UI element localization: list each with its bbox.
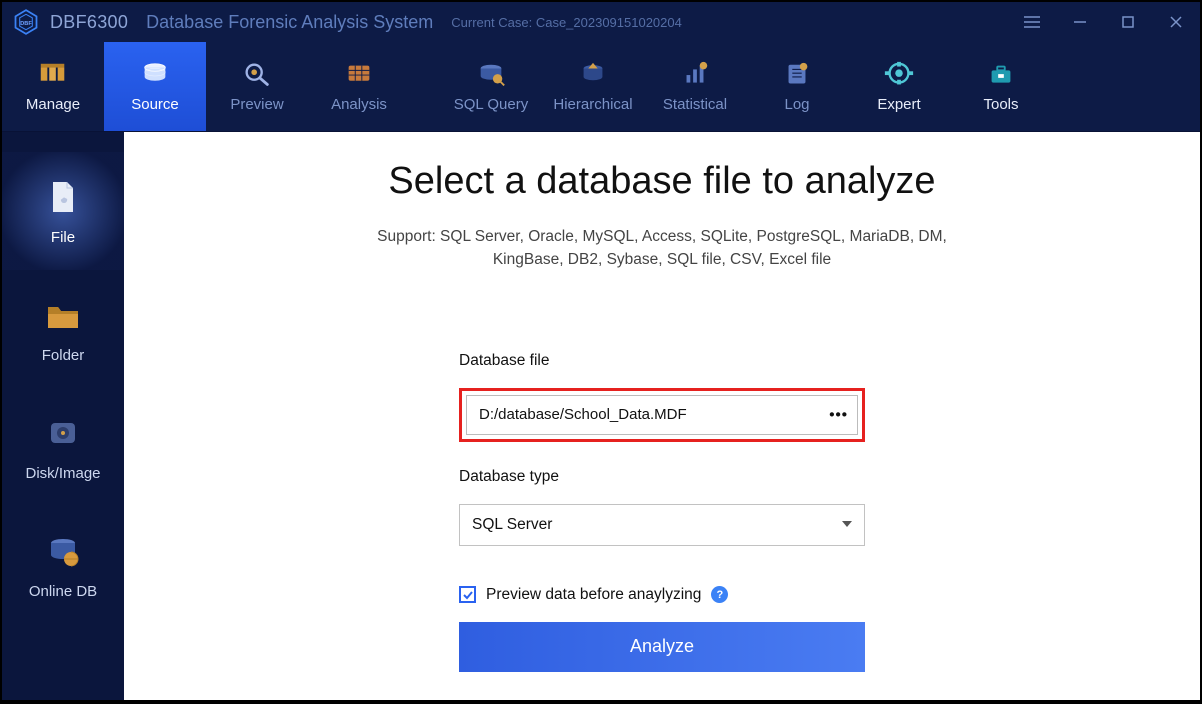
case-id: Case_202309151020204 [536, 15, 682, 30]
database-type-select[interactable]: SQL Server [459, 504, 865, 546]
toolbar-tools[interactable]: Tools [950, 42, 1052, 131]
toolbar-label: Preview [230, 96, 283, 113]
sql-icon [475, 60, 507, 86]
checkbox-icon [459, 586, 476, 603]
toolbar-label: Analysis [331, 96, 387, 113]
tools-icon [985, 60, 1017, 86]
toolbar-label: Hierarchical [553, 96, 632, 113]
toolbar-statistical[interactable]: Statistical [644, 42, 746, 131]
log-icon [781, 60, 813, 86]
sidebar-item-diskimage[interactable]: Disk/Image [2, 388, 124, 506]
chevron-down-icon [841, 516, 853, 534]
minimize-button[interactable] [1056, 2, 1104, 42]
toolbar-analysis[interactable]: Analysis [308, 42, 410, 131]
app-title: DBF6300 [50, 12, 128, 33]
toolbar-label: Manage [26, 96, 80, 113]
case-prefix: Current Case: [451, 15, 532, 30]
toolbar-manage[interactable]: Manage [2, 42, 104, 131]
sidebar-label: File [51, 229, 75, 246]
toolbar-sqlquery[interactable]: SQL Query [440, 42, 542, 131]
analyze-button[interactable]: Analyze [459, 622, 865, 672]
sidebar-item-folder[interactable]: Folder [2, 270, 124, 388]
toolbar-label: Source [131, 96, 179, 113]
app-window: DBF DBF6300 Database Forensic Analysis S… [2, 2, 1200, 700]
main-toolbar: Manage Source Preview Analysis SQL Query… [2, 42, 1200, 132]
toolbar-preview[interactable]: Preview [206, 42, 308, 131]
toolbar-expert[interactable]: Expert [848, 42, 950, 131]
maximize-button[interactable] [1104, 2, 1152, 42]
database-file-input[interactable] [466, 395, 858, 435]
file-input-highlight: ••• [459, 388, 865, 442]
app-logo-icon: DBF [12, 8, 40, 36]
toolbar-log[interactable]: Log [746, 42, 848, 131]
preview-label: Preview data before anaylyzing [486, 586, 701, 604]
help-icon[interactable]: ? [711, 586, 728, 603]
sidebar-label: Disk/Image [25, 465, 100, 482]
browse-button[interactable]: ••• [829, 406, 848, 423]
file-icon [43, 177, 83, 217]
svg-text:DBF: DBF [20, 21, 32, 27]
support-text: Support: SQL Server, Oracle, MySQL, Acce… [342, 225, 982, 272]
analysis-icon [343, 60, 375, 86]
statistical-icon [679, 60, 711, 86]
disk-icon [43, 413, 83, 453]
page-heading: Select a database file to analyze [388, 160, 935, 203]
toolbar-label: Log [784, 96, 809, 113]
form: Database file ••• Database type SQL Serv… [459, 352, 865, 672]
close-button[interactable] [1152, 2, 1200, 42]
onlinedb-icon [43, 531, 83, 571]
toolbar-hierarchical[interactable]: Hierarchical [542, 42, 644, 131]
preview-icon [241, 60, 273, 86]
toolbar-label: SQL Query [454, 96, 528, 113]
hierarchical-icon [577, 60, 609, 86]
toolbar-label: Tools [983, 96, 1018, 113]
source-icon [139, 60, 171, 86]
manage-icon [37, 60, 69, 86]
sidebar-item-onlinedb[interactable]: Online DB [2, 506, 124, 624]
sidebar: File Folder Disk/Image Online DB [2, 132, 124, 700]
toolbar-source[interactable]: Source [104, 42, 206, 131]
sidebar-item-file[interactable]: File [2, 152, 124, 270]
file-label: Database file [459, 352, 865, 370]
app-subtitle: Database Forensic Analysis System [146, 12, 433, 33]
toolbar-label: Statistical [663, 96, 727, 113]
current-case-label: Current Case: Case_202309151020204 [451, 15, 682, 30]
menu-icon[interactable] [1008, 2, 1056, 42]
sidebar-label: Folder [42, 347, 85, 364]
type-label: Database type [459, 468, 865, 486]
body: File Folder Disk/Image Online DB Select … [2, 132, 1200, 700]
sidebar-label: Online DB [29, 583, 97, 600]
select-value: SQL Server [472, 516, 552, 534]
expert-icon [883, 60, 915, 86]
toolbar-label: Expert [877, 96, 920, 113]
preview-checkbox-row[interactable]: Preview data before anaylyzing ? [459, 586, 865, 604]
folder-icon [43, 295, 83, 335]
title-bar: DBF DBF6300 Database Forensic Analysis S… [2, 2, 1200, 42]
main-content: Select a database file to analyze Suppor… [124, 132, 1200, 700]
